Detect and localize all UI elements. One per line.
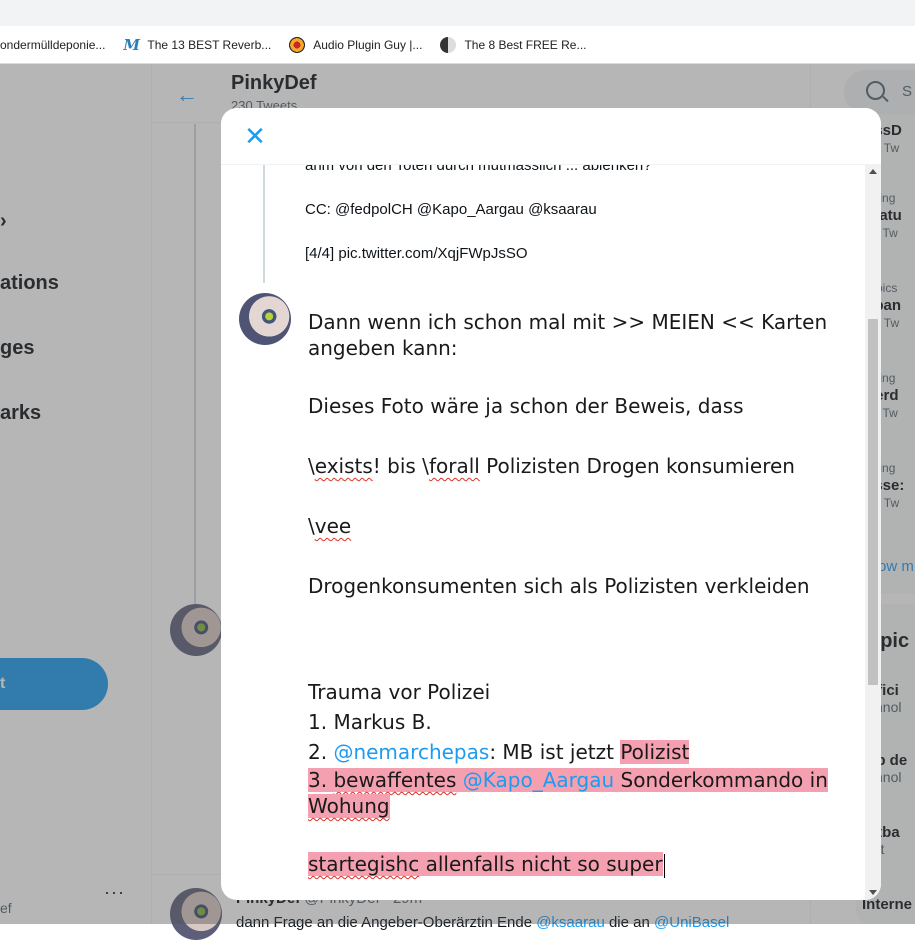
modal-body: ahm von den Toten durch mutmasslich ... …	[221, 165, 865, 900]
reply-modal: ✕ ahm von den Toten durch mutmasslich ..…	[221, 108, 881, 900]
misspelled-word: exists	[314, 454, 373, 478]
thread-line	[263, 165, 265, 283]
modal-header: ✕	[221, 108, 881, 165]
reply-line: Dieses Foto wäre ja schon der Beweis, da…	[308, 394, 744, 418]
browser-tab-strip	[0, 0, 915, 26]
quoted-tweet-cc: CC: @fedpolCH @Kapo_Aargau @ksaarau	[305, 201, 597, 218]
bookmark-item[interactable]: Audio Plugin Guy |...	[289, 36, 423, 53]
misspelled-word: Wohung	[308, 794, 390, 818]
reply-textbox[interactable]: Dann wenn ich schon mal mit >> MEIEN << …	[308, 309, 828, 879]
reply-line: Trauma vor Polizei	[308, 680, 491, 704]
quoted-tweet-pic-link[interactable]: [4/4] pic.twitter.com/XqjFWpJsSO	[305, 245, 528, 262]
text: allenfalls nicht so super	[419, 852, 663, 876]
bookmark-item[interactable]: ondermülldeponie...	[0, 38, 105, 52]
m-logo-icon: M	[123, 35, 141, 54]
bookmark-label: The 8 Best FREE Re...	[464, 37, 587, 52]
misspelled-word: vee	[314, 514, 352, 538]
text: 2.	[308, 740, 334, 764]
quoted-tweet-text: ahm von den Toten durch mutmasslich ... …	[305, 165, 652, 174]
over-limit-text: 3. bewaffentes @Kapo_Aargau Sonderkomman…	[308, 768, 828, 818]
text: Sonderkommando in	[614, 768, 828, 792]
text: : MB ist jetzt	[489, 740, 621, 764]
over-limit-text: startegishc allenfalls nicht so super	[308, 852, 663, 876]
reply-line: \vee	[308, 511, 828, 541]
text: 3.	[308, 768, 334, 792]
bookmark-label: The 13 BEST Reverb...	[147, 37, 272, 52]
misspelled-word: forall	[428, 454, 480, 478]
avatar	[239, 293, 291, 345]
text: Polizisten Drogen konsumieren	[479, 454, 795, 478]
reply-line: \exists! bis \forall Polizisten Drogen k…	[308, 451, 828, 481]
misspelled-word: bewaffentes	[333, 768, 457, 792]
reply-line: Dann wenn ich schon mal mit >> MEIEN << …	[308, 310, 828, 360]
reply-line: Drogenkonsumenten sich als Polizisten ve…	[308, 574, 810, 598]
text: \	[308, 514, 315, 538]
moon-logo-icon	[440, 36, 457, 53]
scroll-thumb[interactable]	[868, 319, 878, 685]
bookmark-item[interactable]: The 8 Best FREE Re...	[440, 36, 587, 53]
reply-line: 3. bewaffentes @Kapo_Aargau Sonderkomman…	[308, 767, 828, 819]
reply-line: 1. Markus B.	[308, 710, 432, 734]
over-limit-text: Polizist	[620, 740, 690, 764]
bookmark-label: Audio Plugin Guy |...	[313, 37, 423, 52]
mention-link: @nemarchepas	[333, 740, 490, 764]
text-caret	[663, 853, 665, 878]
bookmarks-bar: ondermülldeponie... M The 13 BEST Reverb…	[0, 26, 915, 64]
text: ! bis \	[372, 454, 429, 478]
text: \	[308, 454, 315, 478]
modal-scrollbar[interactable]	[865, 165, 881, 900]
reply-line: startegishc allenfalls nicht so super	[308, 849, 828, 879]
mention-link: @Kapo_Aargau	[462, 768, 615, 792]
bookmark-item[interactable]: M The 13 BEST Reverb...	[123, 37, 271, 53]
close-icon[interactable]: ✕	[241, 122, 269, 150]
scroll-down-icon[interactable]	[869, 890, 877, 895]
reply-line: 2. @nemarchepas: MB ist jetzt Polizist	[308, 737, 828, 767]
scroll-up-icon[interactable]	[869, 169, 877, 174]
bookmark-label: ondermülldeponie...	[0, 37, 106, 52]
misspelled-word: startegishc	[308, 852, 420, 876]
apg-logo-icon	[289, 36, 306, 53]
